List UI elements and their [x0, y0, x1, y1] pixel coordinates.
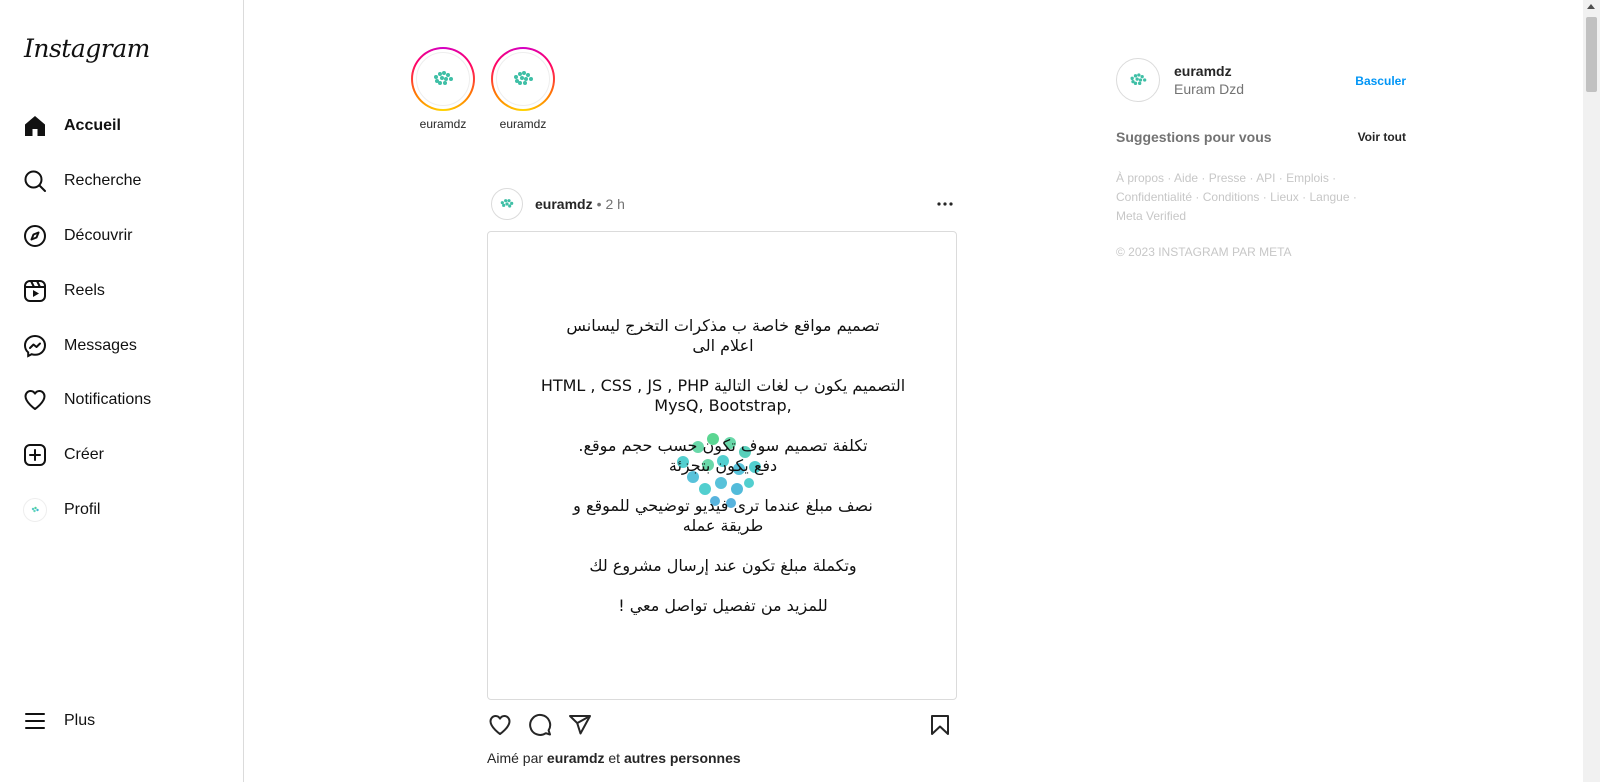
page-scrollbar[interactable] [1583, 0, 1600, 782]
like-icon[interactable] [487, 712, 513, 738]
footer-link-help[interactable]: Aide [1174, 171, 1198, 185]
switch-account-button[interactable]: Basculer [1355, 74, 1406, 88]
save-icon[interactable] [927, 712, 953, 738]
footer-link-api[interactable]: API [1256, 171, 1275, 185]
story-username: euramdz [499, 117, 547, 131]
likes-summary: Aimé par euramdz et autres personnes [487, 750, 741, 766]
post-header: euramdz • 2 h [491, 188, 959, 220]
more-options-icon[interactable] [935, 194, 955, 219]
sidebar-item-home[interactable]: Accueil [22, 108, 222, 144]
sidebar-item-more[interactable]: Plus [22, 703, 222, 739]
post-username[interactable]: euramdz [535, 196, 593, 212]
story-ring [491, 47, 555, 111]
instagram-logo[interactable]: Instagram [24, 34, 150, 63]
see-all-button[interactable]: Voir tout [1358, 130, 1406, 144]
footer-link-privacy[interactable]: Confidentialité [1116, 190, 1192, 204]
heart-icon [22, 387, 48, 413]
avatar [416, 52, 470, 106]
plus-square-icon [22, 442, 48, 468]
post-actions [487, 712, 957, 738]
story-username: euramdz [419, 117, 467, 131]
sidebar-item-label: Notifications [64, 391, 152, 408]
footer-link-press[interactable]: Presse [1209, 171, 1246, 185]
sidebar-item-notifications[interactable]: Notifications [22, 382, 222, 418]
sidebar-item-label: Messages [64, 337, 137, 354]
avatar [496, 52, 550, 106]
post-time[interactable]: 2 h [605, 196, 624, 212]
post-paragraph: للمزيد من تفصيل تواصل معي ! [618, 596, 828, 615]
likes-user-link[interactable]: euramdz [547, 750, 605, 766]
story-item[interactable]: euramdz [490, 47, 556, 131]
sidebar-item-reels[interactable]: Reels [22, 273, 222, 309]
separator-dot: • [596, 196, 602, 212]
copyright: © 2023 INSTAGRAM PAR META [1116, 245, 1292, 259]
reels-icon [22, 278, 48, 304]
story-ring [411, 47, 475, 111]
comment-icon[interactable] [527, 712, 553, 738]
sidebar-item-label: Reels [64, 282, 105, 299]
home-icon [22, 113, 48, 139]
current-full-name: Euram Dzd [1174, 81, 1245, 97]
avatar[interactable] [1116, 58, 1160, 102]
sidebar-nav: Instagram Accueil Recherche Découvrir Re… [0, 0, 244, 782]
avatar [22, 497, 48, 523]
search-icon [22, 168, 48, 194]
sidebar-item-explore[interactable]: Découvrir [22, 218, 222, 254]
footer-link-jobs[interactable]: Emplois [1286, 171, 1329, 185]
sidebar-item-create[interactable]: Créer [22, 437, 222, 473]
sidebar-item-profile[interactable]: Profil [22, 492, 222, 528]
current-username[interactable]: euramdz [1174, 63, 1232, 79]
sidebar-item-label: Plus [64, 712, 96, 729]
post-paragraph: تكلفة تصميم سوف تكون حسب حجم موقع. دفع ي… [578, 436, 868, 475]
post-paragraph: التصميم يكون ب لغات التالية HTML , CSS ,… [540, 376, 906, 415]
scroll-up-arrow-icon[interactable] [1587, 4, 1595, 9]
sidebar-item-search[interactable]: Recherche [22, 163, 222, 199]
likes-others-link[interactable]: autres personnes [624, 750, 741, 766]
footer-link-terms[interactable]: Conditions [1203, 190, 1260, 204]
current-user-card: euramdz Euram Dzd Basculer [1116, 58, 1406, 102]
post-paragraph: وتكملة مبلغ تكون عند إرسال مشروع لك [589, 556, 857, 575]
footer-link-language[interactable]: Langue [1309, 190, 1349, 204]
avatar[interactable] [491, 188, 523, 220]
likes-prefix: Aimé par [487, 750, 544, 766]
story-item[interactable]: euramdz [410, 47, 476, 131]
footer-links: À propos · Aide · Presse · API · Emplois… [1116, 171, 1357, 223]
messenger-icon [22, 333, 48, 359]
footer-link-meta-verified[interactable]: Meta Verified [1116, 209, 1186, 223]
sidebar-item-label: Accueil [64, 117, 121, 134]
sidebar-item-label: Créer [64, 446, 105, 463]
sidebar-item-label: Découvrir [64, 227, 133, 244]
footer-link-locations[interactable]: Lieux [1270, 190, 1299, 204]
post-paragraph: نصف مبلغ عندما ترى فيديو توضيحي للموقع و… [573, 496, 873, 535]
post-image[interactable]: تصميم مواقع خاصة ب مذكرات التخرج ليسانس … [487, 231, 957, 700]
footer-link-about[interactable]: À propos [1116, 171, 1164, 185]
sidebar-item-messages[interactable]: Messages [22, 328, 222, 364]
post-paragraph: تصميم مواقع خاصة ب مذكرات التخرج ليسانس … [566, 316, 880, 355]
scrollbar-thumb[interactable] [1586, 17, 1597, 92]
compass-icon [22, 223, 48, 249]
share-icon[interactable] [567, 712, 593, 738]
post-text-content: تصميم مواقع خاصة ب مذكرات التخرج ليسانس … [508, 316, 938, 636]
sidebar-item-label: Recherche [64, 172, 142, 189]
sidebar-item-label: Profil [64, 501, 101, 518]
suggestions-header: Suggestions pour vous Voir tout [1116, 129, 1406, 145]
likes-and: et [608, 750, 621, 766]
menu-icon [22, 708, 48, 734]
